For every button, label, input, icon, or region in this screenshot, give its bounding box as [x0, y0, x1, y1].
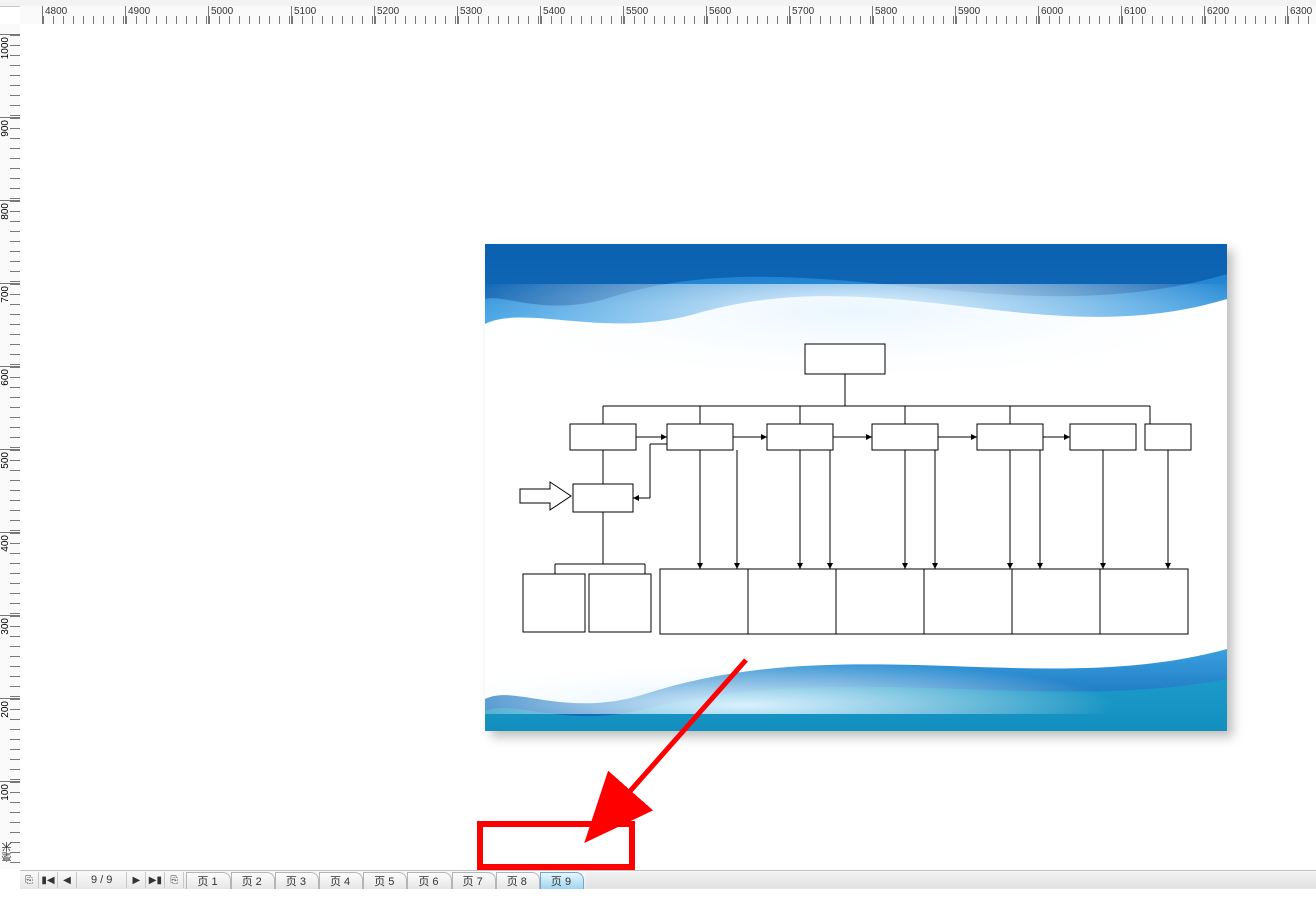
- h-ruler-tick: 6000: [1038, 6, 1121, 24]
- page-tab[interactable]: 页 3: [275, 872, 319, 889]
- vertical-ruler[interactable]: 毫米 1000900800700600500400300200100: [0, 24, 21, 869]
- v-ruler-label: 500: [0, 452, 11, 469]
- h-ruler-tick: 5600: [706, 6, 789, 24]
- page-tab[interactable]: 页 8: [496, 872, 540, 889]
- annotation-rectangle: [477, 821, 635, 870]
- v-ruler-tick: 800: [0, 200, 20, 283]
- h-ruler-label: 5900: [958, 6, 980, 17]
- v-ruler-label: 700: [0, 286, 11, 303]
- h-ruler-label: 5200: [377, 6, 399, 17]
- h-ruler-label: 6200: [1207, 6, 1229, 17]
- h-ruler-tick: 5200: [374, 6, 457, 24]
- nav-overflow: [586, 872, 1316, 888]
- v-ruler-tick: 100: [0, 781, 20, 864]
- v-ruler-label: 600: [0, 369, 11, 386]
- h-ruler-label: 5000: [211, 6, 233, 17]
- h-ruler-tick: 4900: [125, 6, 208, 24]
- page-navigator: ⎘ ▮◀ ◀ 9 / 9 ▶ ▶▮ ⎘ 页 1页 2页 3页 4页 5页 6页 …: [20, 870, 1316, 889]
- h-ruler-tick: 5000: [208, 6, 291, 24]
- h-ruler-tick: 5800: [872, 6, 955, 24]
- h-ruler-tick: 5700: [789, 6, 872, 24]
- first-page-icon[interactable]: ▮◀: [39, 872, 58, 888]
- h-ruler-tick: 5500: [623, 6, 706, 24]
- v-ruler-tick: 900: [0, 117, 20, 200]
- h-ruler-label: 6000: [1041, 6, 1063, 17]
- h-ruler-label: 6300: [1290, 6, 1312, 17]
- h-ruler-tick: 5900: [955, 6, 1038, 24]
- v-ruler-label: 400: [0, 535, 11, 552]
- h-ruler-tick: 5300: [457, 6, 540, 24]
- page-counter: 9 / 9: [77, 872, 127, 888]
- page-tab[interactable]: 页 1: [186, 872, 230, 889]
- v-ruler-label: 300: [0, 618, 11, 635]
- canvas-page[interactable]: [485, 244, 1227, 731]
- h-ruler-label: 5100: [294, 6, 316, 17]
- h-ruler-label: 6100: [1124, 6, 1146, 17]
- page-tab[interactable]: 页 6: [407, 872, 451, 889]
- v-ruler-tick: 300: [0, 615, 20, 698]
- page-tab[interactable]: 页 5: [363, 872, 407, 889]
- h-ruler-tick: 4800: [42, 6, 125, 24]
- v-ruler-label: 800: [0, 203, 11, 220]
- prev-page-icon[interactable]: ◀: [58, 872, 77, 888]
- horizontal-ruler[interactable]: 4800 4900 5000 5100 5200 5300 5400 5500 5600 5700…: [20, 6, 1316, 25]
- v-ruler-tick: 500: [0, 449, 20, 532]
- v-ruler-label: 1000: [0, 37, 11, 59]
- next-page-icon[interactable]: ▶: [127, 872, 146, 888]
- add-page-left-icon[interactable]: ⎘: [20, 872, 39, 888]
- h-ruler-label: 5800: [875, 6, 897, 17]
- h-ruler-label: 5600: [709, 6, 731, 17]
- last-page-icon[interactable]: ▶▮: [146, 872, 165, 888]
- h-ruler-tick: 6300: [1287, 6, 1316, 24]
- h-ruler-label: 5700: [792, 6, 814, 17]
- v-ruler-tick: 600: [0, 366, 20, 449]
- h-ruler-label: 5400: [543, 6, 565, 17]
- v-ruler-tick: 400: [0, 532, 20, 615]
- v-ruler-label: 100: [0, 784, 11, 801]
- h-ruler-label: 5300: [460, 6, 482, 17]
- h-ruler-label: 4800: [45, 6, 67, 17]
- h-ruler-tick: 5400: [540, 6, 623, 24]
- work-area[interactable]: [20, 24, 1316, 869]
- h-ruler-tick: 5100: [291, 6, 374, 24]
- page-tabs: 页 1页 2页 3页 4页 5页 6页 7页 8页 9: [186, 871, 584, 889]
- page-tab[interactable]: 页 4: [319, 872, 363, 889]
- v-ruler-label: 900: [0, 120, 11, 137]
- v-ruler-label: 200: [0, 701, 11, 718]
- h-ruler-tick: 6100: [1121, 6, 1204, 24]
- add-page-right-icon[interactable]: ⎘: [165, 872, 184, 888]
- h-ruler-tick: 6200: [1204, 6, 1287, 24]
- page-tab[interactable]: 页 2: [231, 872, 275, 889]
- h-ruler-label: 4900: [128, 6, 150, 17]
- page-tab[interactable]: 页 9: [540, 872, 584, 889]
- h-ruler-label: 5500: [626, 6, 648, 17]
- v-ruler-tick: 700: [0, 283, 20, 366]
- v-ruler-tick: 200: [0, 698, 20, 781]
- page-tab[interactable]: 页 7: [452, 872, 496, 889]
- v-ruler-tick: 1000: [0, 34, 20, 117]
